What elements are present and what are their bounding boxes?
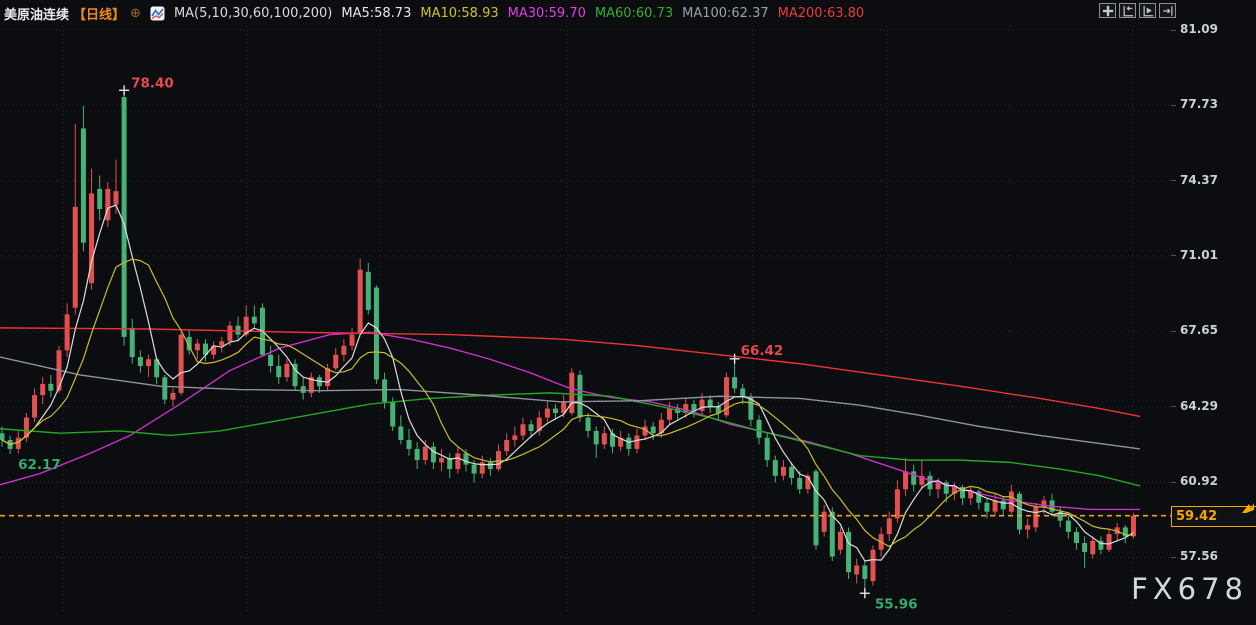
ma5-value: MA5:58.73 [341,6,411,21]
y-axis-tick [1171,406,1176,407]
y-axis-label: 57.56 [1180,549,1218,563]
y-axis-tick [1171,557,1176,558]
y-axis-tick [1171,331,1176,332]
y-axis-tick [1171,30,1176,31]
y-axis-label: 71.01 [1180,248,1218,262]
grid-lines [0,26,1170,612]
kline-app-icon [150,6,165,21]
y-axis-label: 60.92 [1180,474,1218,488]
shrink-x-icon[interactable] [1119,3,1136,18]
ma10-value: MA10:58.93 [420,6,498,21]
y-axis-tick [1171,482,1176,483]
ma-settings-label[interactable]: MA(5,10,30,60,100,200) [174,6,332,21]
y-axis-label: 74.37 [1180,173,1218,187]
y-axis-tick [1171,105,1176,106]
price-alert-icon[interactable] [1240,501,1256,517]
price-annotation: 55.96 [875,596,918,612]
instrument-name: 美原油连续 [4,4,69,23]
chart-header: 美原油连续【日线】 ⊕ MA(5,10,30,60,100,200) MA5:58… [0,0,1256,26]
y-axis-label: 64.29 [1180,399,1218,413]
chart-canvas[interactable]: 78.40 62.17 66.42 55.96 [0,0,1256,625]
ma60-value: MA60:60.73 [595,6,673,21]
y-axis-label: 77.73 [1180,97,1218,111]
ma100-value: MA100:62.37 [682,6,769,21]
price-annotation: 62.17 [18,457,61,473]
candlesticks [0,90,1136,593]
price-annotation: 66.42 [741,343,784,359]
chart-toolbar [1099,3,1176,18]
ma30-value: MA30:59.70 [508,6,586,21]
timeframe-label[interactable]: 【日线】 [73,4,125,23]
y-axis-tick [1171,180,1176,181]
play-forward-icon[interactable] [1139,3,1156,18]
jump-latest-icon[interactable] [1159,3,1176,18]
add-compare-icon[interactable]: ⊕ [130,6,141,21]
price-annotation: 78.40 [131,75,174,91]
y-axis-tick [1171,255,1176,256]
crosshair-move-icon[interactable] [1099,3,1116,18]
watermark: FX678 [1131,572,1248,606]
y-axis-label: 67.65 [1180,323,1218,337]
ma200-value: MA200:63.80 [778,6,865,21]
